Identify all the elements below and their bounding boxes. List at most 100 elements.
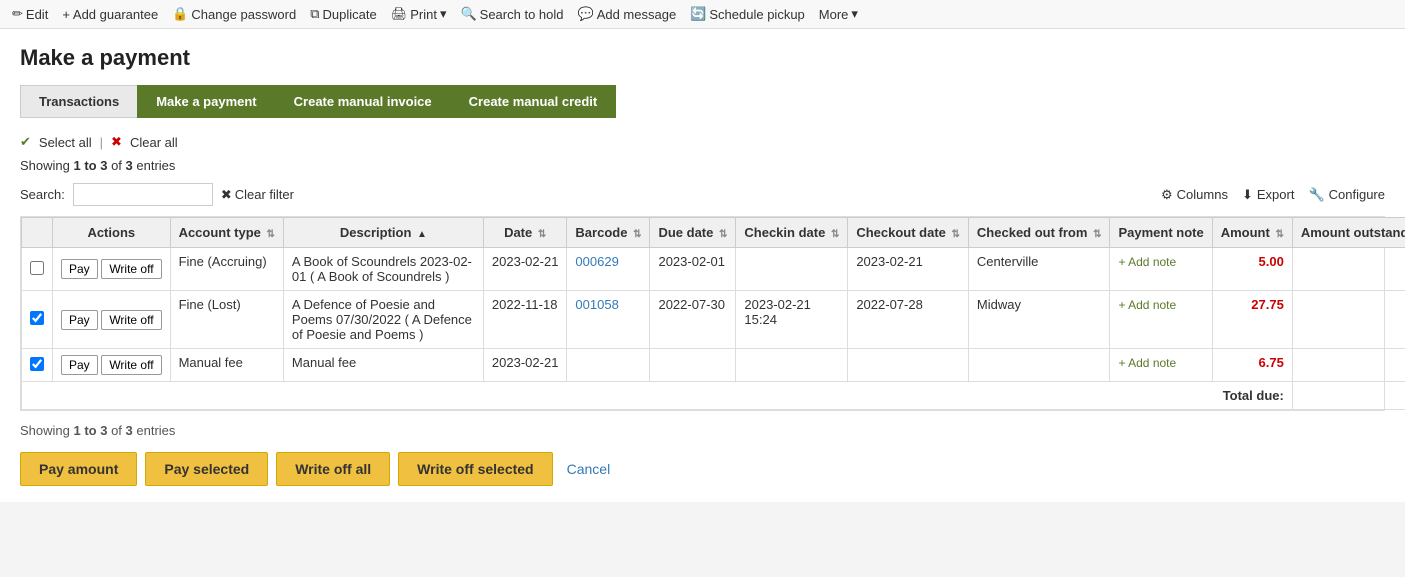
sort-amount: ⇅ <box>1275 229 1283 240</box>
search-left: Search: ✖ Clear filter <box>20 183 294 206</box>
pay-amount-button[interactable]: Pay amount <box>20 452 137 486</box>
row1-barcode: 000629 <box>567 248 650 291</box>
row2-amount: 27.75 <box>1212 291 1292 349</box>
sort-date: ⇅ <box>538 229 546 240</box>
th-date[interactable]: Date ⇅ <box>483 218 567 248</box>
row1-writeoff-button[interactable]: Write off <box>101 259 161 279</box>
row3-checkin-date <box>736 349 848 382</box>
th-amount[interactable]: Amount ⇅ <box>1212 218 1292 248</box>
table-row: Pay Write off Manual fee Manual fee 2023… <box>22 349 1405 382</box>
schedule-pickup-link[interactable]: 🔄 Schedule pickup <box>690 6 805 22</box>
row3-checked-out-from <box>968 349 1110 382</box>
more-dropdown-arrow: ▾ <box>851 6 858 22</box>
select-all-link[interactable]: Select all <box>39 135 92 150</box>
row2-barcode-link[interactable]: 001058 <box>575 297 618 312</box>
search-row: Search: ✖ Clear filter ⚙ Columns ⬇ Expor… <box>20 183 1385 206</box>
row1-description: A Book of Scoundrels 2023-02-01 ( A Book… <box>283 248 483 291</box>
row1-checkbox-cell <box>22 248 53 291</box>
x-filter-icon: ✖ <box>221 187 232 203</box>
th-checkbox <box>22 218 53 248</box>
export-button[interactable]: ⬇ Export <box>1242 187 1294 203</box>
select-row: ✔ Select all | ✖ Clear all <box>20 134 1385 150</box>
plus-icon: + <box>62 7 70 22</box>
th-payment-note: Payment note <box>1110 218 1212 248</box>
th-description[interactable]: Description ▲ <box>283 218 483 248</box>
row2-account-type: Fine (Lost) <box>170 291 283 349</box>
th-checked-out-from[interactable]: Checked out from ⇅ <box>968 218 1110 248</box>
search-to-hold-link[interactable]: 🔍 Search to hold <box>460 6 563 22</box>
change-password-link[interactable]: 🔒 Change password <box>172 6 296 22</box>
table-container: Actions Account type ⇅ Description ▲ Dat… <box>20 216 1385 411</box>
row3-payment-note: + Add note <box>1110 349 1212 382</box>
row3-pay-button[interactable]: Pay <box>61 355 98 375</box>
add-message-link[interactable]: 💬 Add message <box>578 6 677 22</box>
row3-description: Manual fee <box>283 349 483 382</box>
tab-make-payment[interactable]: Make a payment <box>137 85 275 118</box>
sort-checked-out-from: ⇅ <box>1093 229 1101 240</box>
top-toolbar: ✏ Edit + Add guarantee 🔒 Change password… <box>0 0 1405 29</box>
columns-icon: ⚙ <box>1161 187 1173 203</box>
row2-writeoff-button[interactable]: Write off <box>101 310 161 330</box>
row1-amount-outstanding: 5.00 <box>1292 248 1405 291</box>
row3-amount-outstanding: 6.75 <box>1292 349 1405 382</box>
row1-barcode-link[interactable]: 000629 <box>575 254 618 269</box>
edit-link[interactable]: ✏ Edit <box>12 6 48 22</box>
table-row: Pay Write off Fine (Lost) A Defence of P… <box>22 291 1405 349</box>
row1-checkin-date <box>736 248 848 291</box>
row3-writeoff-button[interactable]: Write off <box>101 355 161 375</box>
total-row: Total due: 39.50 <box>22 382 1405 410</box>
row3-due-date <box>650 349 736 382</box>
row2-pay-button[interactable]: Pay <box>61 310 98 330</box>
columns-button[interactable]: ⚙ Columns <box>1161 187 1228 203</box>
footer-showing-text: Showing 1 to 3 of 3 entries <box>20 423 1385 438</box>
write-off-all-button[interactable]: Write off all <box>276 452 390 486</box>
add-guarantee-link[interactable]: + Add guarantee <box>62 7 158 22</box>
row1-actions: Pay Write off <box>53 248 171 291</box>
tab-create-manual-invoice[interactable]: Create manual invoice <box>275 85 451 118</box>
row3-add-note-link[interactable]: + Add note <box>1118 356 1176 370</box>
row2-actions: Pay Write off <box>53 291 171 349</box>
row1-add-note-link[interactable]: + Add note <box>1118 255 1176 269</box>
row2-checkbox[interactable] <box>30 311 44 325</box>
clear-all-link[interactable]: Clear all <box>130 135 178 150</box>
main-content: Make a payment Transactions Make a payme… <box>0 29 1405 502</box>
tab-create-manual-credit[interactable]: Create manual credit <box>450 85 617 118</box>
row2-checkin-date: 2023-02-21 15:24 <box>736 291 848 349</box>
th-checkin-date[interactable]: Checkin date ⇅ <box>736 218 848 248</box>
duplicate-link[interactable]: ⧉ Duplicate <box>310 6 377 22</box>
th-due-date[interactable]: Due date ⇅ <box>650 218 736 248</box>
th-barcode[interactable]: Barcode ⇅ <box>567 218 650 248</box>
th-checkout-date[interactable]: Checkout date ⇅ <box>848 218 969 248</box>
tabs-row: Transactions Make a payment Create manua… <box>20 85 1385 118</box>
print-icon: 🖨 <box>391 6 408 22</box>
row3-checkbox[interactable] <box>30 357 44 371</box>
showing-text-top: Showing 1 to 3 of 3 entries <box>20 158 1385 173</box>
page-title: Make a payment <box>20 45 1385 71</box>
th-account-type[interactable]: Account type ⇅ <box>170 218 283 248</box>
write-off-selected-button[interactable]: Write off selected <box>398 452 552 486</box>
search-input[interactable] <box>73 183 213 206</box>
row2-checkout-date: 2022-07-28 <box>848 291 969 349</box>
row3-checkout-date <box>848 349 969 382</box>
print-dropdown-arrow: ▾ <box>440 6 447 22</box>
print-link[interactable]: 🖨 Print ▾ <box>391 6 447 22</box>
configure-button[interactable]: 🔧 Configure <box>1308 187 1385 203</box>
row1-checked-out-from: Centerville <box>968 248 1110 291</box>
clear-filter-button[interactable]: ✖ Clear filter <box>221 187 294 203</box>
tab-transactions[interactable]: Transactions <box>20 85 138 118</box>
row2-description: A Defence of Poesie and Poems 07/30/2022… <box>283 291 483 349</box>
payments-table: Actions Account type ⇅ Description ▲ Dat… <box>21 217 1405 410</box>
cancel-link[interactable]: Cancel <box>567 461 611 477</box>
row1-date: 2023-02-21 <box>483 248 567 291</box>
sort-due-date: ⇅ <box>719 229 727 240</box>
pay-selected-button[interactable]: Pay selected <box>145 452 268 486</box>
row1-pay-button[interactable]: Pay <box>61 259 98 279</box>
row1-checkbox[interactable] <box>30 261 44 275</box>
more-link[interactable]: More ▾ <box>819 6 858 22</box>
row1-account-type: Fine (Accruing) <box>170 248 283 291</box>
th-amount-outstanding[interactable]: Amount outstanding ⇅ <box>1292 218 1405 248</box>
row2-add-note-link[interactable]: + Add note <box>1118 298 1176 312</box>
row3-checkbox-cell <box>22 349 53 382</box>
table-header-row: Actions Account type ⇅ Description ▲ Dat… <box>22 218 1405 248</box>
row1-checkout-date: 2023-02-21 <box>848 248 969 291</box>
